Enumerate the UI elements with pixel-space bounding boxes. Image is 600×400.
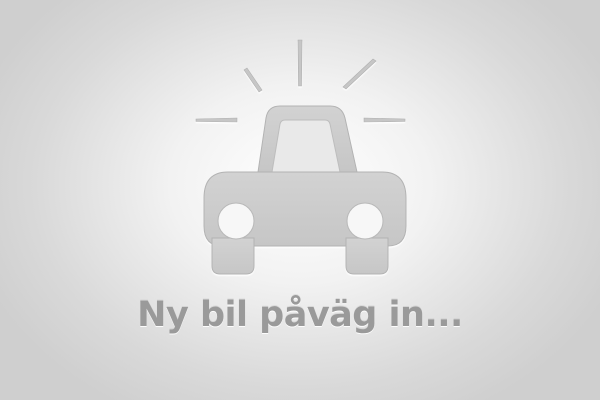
car-headlight-left	[217, 202, 255, 240]
ray-right-upper	[342, 58, 377, 90]
car-wheel-right	[345, 237, 389, 275]
ray-left	[195, 117, 238, 123]
car-icon	[195, 39, 407, 275]
ray-top	[297, 39, 303, 87]
car-wheel-left	[211, 237, 255, 275]
car-windshield	[271, 119, 341, 173]
ray-left-upper	[243, 67, 263, 93]
ray-right	[363, 117, 406, 123]
car-body	[203, 105, 407, 275]
placeholder-caption: Ny bil påväg in...	[137, 295, 463, 335]
image-placeholder: Ny bil påväg in...	[0, 0, 600, 400]
car-headlight-right	[346, 202, 384, 240]
